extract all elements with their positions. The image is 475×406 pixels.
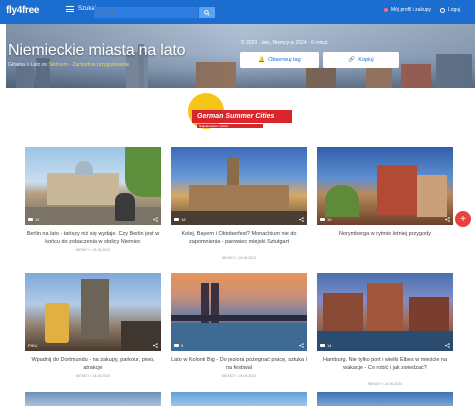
reichstag-building <box>47 173 119 205</box>
street <box>25 207 161 225</box>
photo-count: 18 <box>181 217 186 222</box>
reichstag-dome <box>75 161 93 175</box>
bridge <box>171 315 307 321</box>
article-meta: NIEMCY • 24.06.2024 <box>221 374 257 378</box>
warehouse <box>323 293 363 333</box>
camera-icon <box>320 218 325 221</box>
u-tower <box>81 279 109 339</box>
share-icon[interactable] <box>445 217 450 222</box>
article-title[interactable]: Kolej, Bayern i Oktoberfest? Monachium n… <box>171 230 307 246</box>
article-grid: 12 Berlin na lato - tańszy niż się wydaj… <box>0 0 475 406</box>
photo-count: PIKU <box>28 343 38 348</box>
photo-count-badge: 12 <box>28 217 39 222</box>
article-thumbnail-partial[interactable] <box>171 392 307 406</box>
floating-action-button[interactable]: + <box>455 211 471 227</box>
photo-count-badge: 9 <box>174 343 183 348</box>
tree <box>125 147 161 197</box>
photo-count-badge: 14 <box>320 343 331 348</box>
timber-house <box>377 165 417 215</box>
photo-count: 9 <box>181 343 184 348</box>
photo-count-badge: PIKU <box>28 343 37 348</box>
article-thumbnail[interactable]: PIKU <box>25 273 161 351</box>
article-thumbnail[interactable]: 12 <box>25 147 161 225</box>
camera-icon <box>320 344 325 347</box>
plus-icon: + <box>460 213 466 225</box>
square <box>171 211 307 225</box>
article-meta: NIEMCY • 24.06.2024 <box>75 374 111 378</box>
share-icon[interactable] <box>299 343 304 348</box>
article-title[interactable]: Berlin na lato - tańszy niż się wydaje. … <box>25 230 161 246</box>
share-icon[interactable] <box>153 217 158 222</box>
timber-house <box>417 175 447 217</box>
warehouse <box>367 283 403 333</box>
article-title[interactable]: Hamburg. Nie tylko port i wielki Elbes w… <box>317 356 453 372</box>
camera-icon <box>28 218 33 221</box>
beer-glass <box>45 303 69 343</box>
share-icon[interactable] <box>445 343 450 348</box>
article-thumbnail-partial[interactable] <box>25 392 161 406</box>
tree <box>325 185 359 217</box>
river <box>171 323 307 351</box>
article-meta: NIEMCY • 24.06.2024 <box>367 382 403 386</box>
camera-icon <box>174 218 179 221</box>
warehouse <box>409 297 449 333</box>
photo-count-badge: 10 <box>320 217 331 222</box>
canal <box>317 331 453 351</box>
share-icon[interactable] <box>299 217 304 222</box>
cyclist <box>115 193 135 221</box>
article-meta: NIEMCY • 24.06.2024 <box>221 256 257 260</box>
share-icon[interactable] <box>153 343 158 348</box>
article-title[interactable]: Norymberga w rytmie letniej przygody <box>317 230 453 238</box>
photo-count: 10 <box>327 217 332 222</box>
article-title[interactable]: Lato w Kolonii Big - Do jeziora pożegnać… <box>171 356 307 372</box>
town-hall-building <box>189 185 289 213</box>
photo-count: 12 <box>35 217 40 222</box>
camera-icon <box>174 344 179 347</box>
article-thumbnail-partial[interactable] <box>317 392 453 406</box>
photo-count-badge: 18 <box>174 217 185 222</box>
article-thumbnail[interactable]: 14 <box>317 273 453 351</box>
article-title[interactable]: Wpadnij do Dortmundu - na zakupy, parkou… <box>25 356 161 372</box>
article-thumbnail[interactable]: 18 <box>171 147 307 225</box>
article-thumbnail[interactable]: 10 <box>317 147 453 225</box>
photo-count: 14 <box>327 343 332 348</box>
article-meta: NIEMCY • 24.06.2024 <box>75 248 111 252</box>
article-thumbnail[interactable]: 9 <box>171 273 307 351</box>
